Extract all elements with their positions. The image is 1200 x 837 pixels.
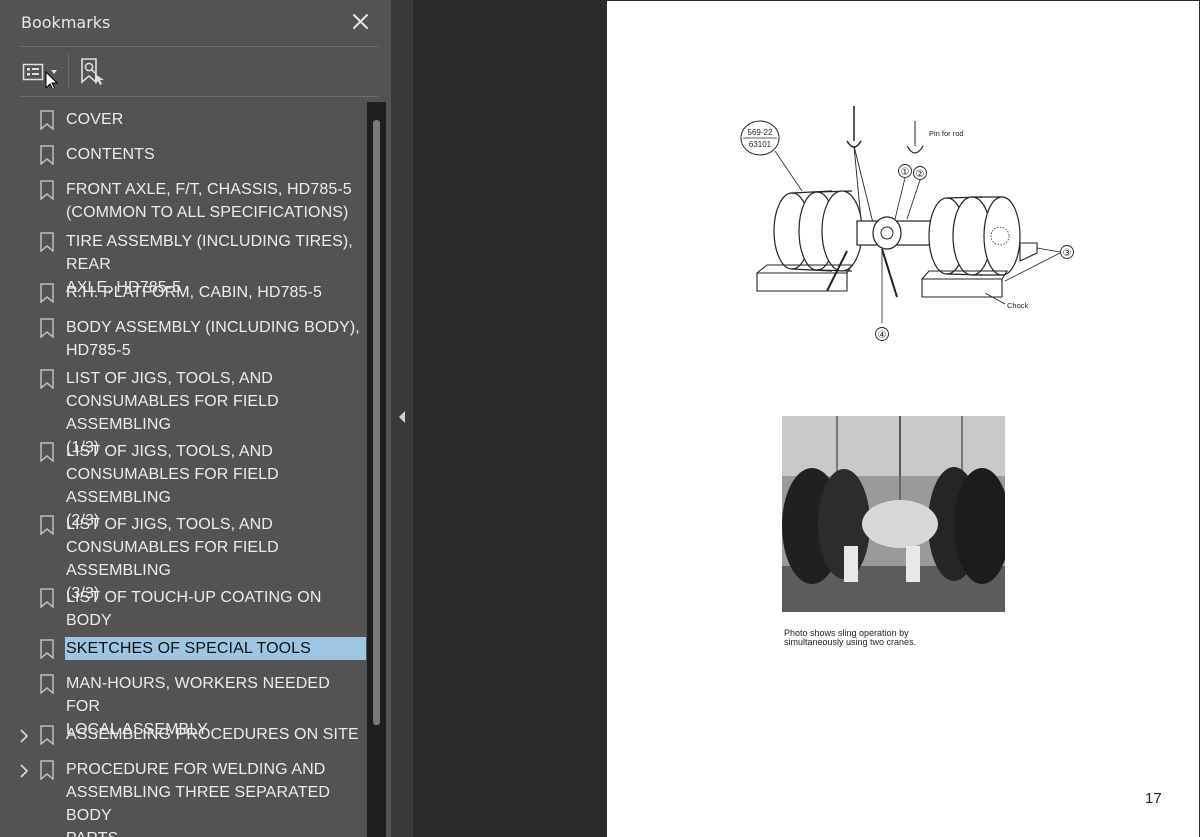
list-options-icon xyxy=(22,63,59,91)
list-options-button[interactable] xyxy=(22,56,62,91)
callout-3: ③ xyxy=(1063,248,1072,259)
callout-1: ① xyxy=(901,167,910,178)
bookmark-label: BODY ASSEMBLY (INCLUDING BODY), HD785-5 xyxy=(66,319,360,359)
bookmark-label: ASSEMBLING PROCEDURES ON SITE xyxy=(66,726,359,743)
page-number: 17 xyxy=(1145,790,1162,807)
bookmark-icon xyxy=(40,515,54,536)
bookmark-icon xyxy=(40,369,54,390)
bookmark-icon xyxy=(40,232,54,253)
panel-title: Bookmarks xyxy=(21,13,111,32)
bookmark-icon xyxy=(40,588,54,609)
bookmark-label: COVER xyxy=(66,111,124,128)
bookmark-icon xyxy=(40,283,54,304)
panel-header: Bookmarks xyxy=(0,0,391,46)
pin-for-rod-label: Pin for rod xyxy=(929,129,964,138)
bookmarks-panel: Bookmarks COVER CONTENTS FRONT AXLE, F/T… xyxy=(0,0,391,837)
pdf-reader-window: Bookmarks COVER CONTENTS FRONT AXLE, F/T… xyxy=(0,0,1200,837)
bookmark-icon xyxy=(40,760,54,781)
collapse-panel-icon[interactable] xyxy=(399,411,405,423)
bookmark-icon xyxy=(40,180,54,201)
document-page: 569-22 63101 Pin for rod ① ② ③ ④ Chock P… xyxy=(607,1,1199,837)
chevron-right-icon[interactable] xyxy=(20,763,29,778)
bookmarks-toolbar xyxy=(20,52,378,92)
bookmark-icon xyxy=(40,145,54,166)
divider xyxy=(20,46,378,47)
callout-4: ④ xyxy=(878,330,887,341)
bookmark-label: R.H. PLATFORM, CABIN, HD785-5 xyxy=(66,284,322,301)
bookmark-label: FRONT AXLE, F/T, CHASSIS, HD785-5 (COMMO… xyxy=(66,181,352,221)
bookmark-search-button[interactable] xyxy=(78,56,106,88)
divider xyxy=(20,96,378,97)
bookmark-label: CONTENTS xyxy=(66,146,155,163)
crane-sling-photo xyxy=(782,416,1005,612)
close-icon[interactable] xyxy=(349,10,373,34)
axle-lifting-diagram: 569-22 63101 Pin for rod ① ② ③ ④ Chock xyxy=(740,106,1074,341)
diagram-badge-bottom: 63101 xyxy=(749,140,772,149)
chevron-right-icon[interactable] xyxy=(20,728,29,743)
bookmark-search-icon xyxy=(81,58,104,85)
bookmark-icon xyxy=(40,442,54,463)
toolbar-separator xyxy=(68,54,69,88)
bookmark-icon xyxy=(40,318,54,339)
bookmarks-tree: COVER CONTENTS FRONT AXLE, F/T, CHASSIS, H… xyxy=(20,102,367,837)
bookmark-icon xyxy=(40,639,54,660)
scrollbar-thumb[interactable] xyxy=(373,120,380,725)
bookmark-icon xyxy=(40,674,54,695)
bookmark-icon xyxy=(40,110,54,131)
bookmark-icon xyxy=(40,725,54,746)
callout-2: ② xyxy=(916,169,925,180)
chock-label: Chock xyxy=(1007,301,1029,310)
bookmark-label-selected: SKETCHES OF SPECIAL TOOLS xyxy=(65,637,366,660)
bookmark-label: PROCEDURE FOR WELDING AND ASSEMBLING THR… xyxy=(66,761,330,837)
photo-caption: Photo shows sling operation by simultane… xyxy=(784,628,917,647)
diagram-badge-top: 569-22 xyxy=(748,128,773,137)
